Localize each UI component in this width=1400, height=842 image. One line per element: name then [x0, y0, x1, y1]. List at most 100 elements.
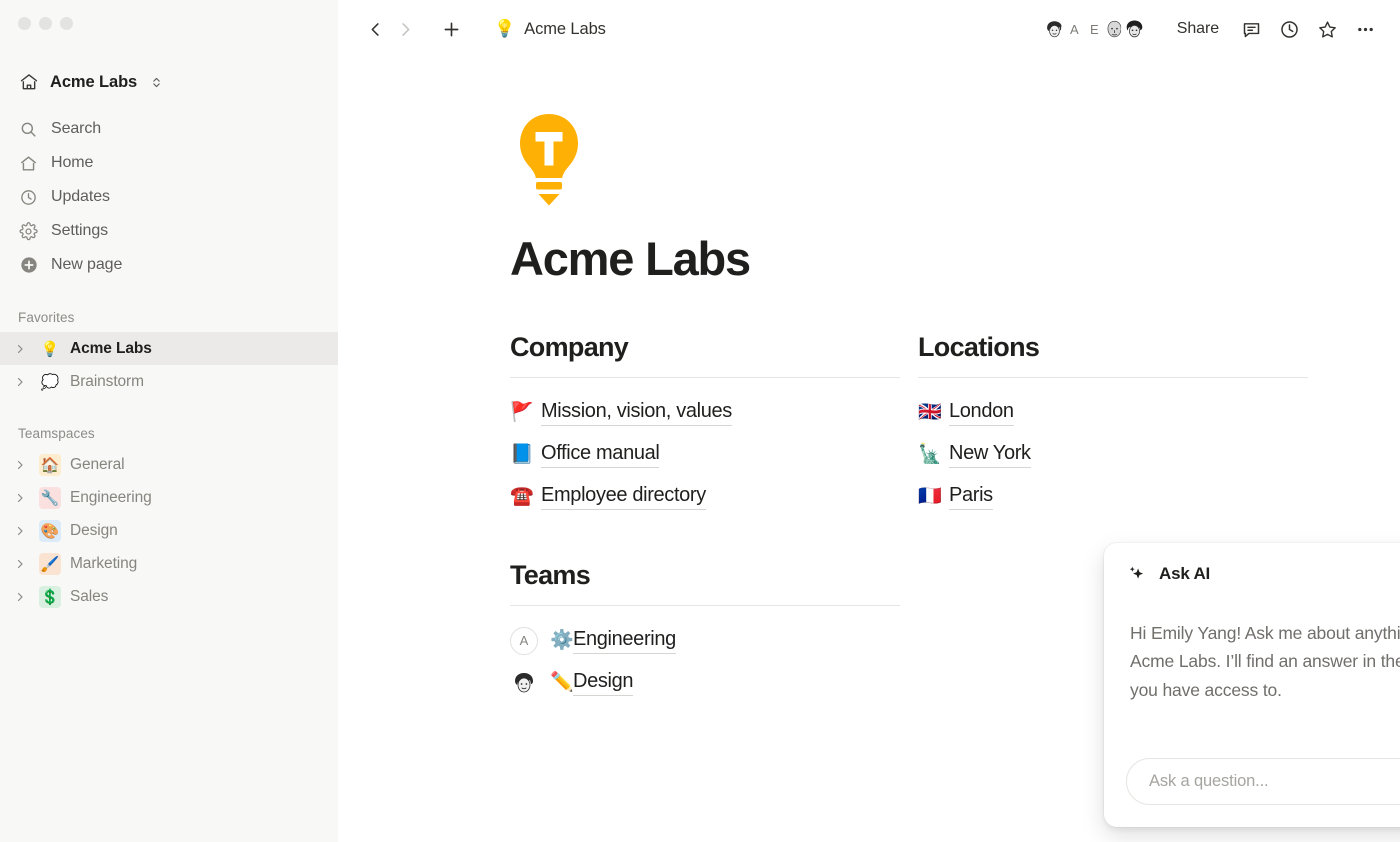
divider — [510, 604, 900, 606]
sidebar-item-search[interactable]: Search — [10, 112, 328, 146]
star-icon[interactable] — [1310, 12, 1344, 46]
forward-button[interactable] — [390, 14, 420, 44]
thought-balloon-icon: 💭 — [40, 372, 60, 391]
maximize-window-button[interactable] — [60, 17, 73, 30]
app-window: Acme Labs Search Home Updates Settings N… — [0, 0, 1400, 842]
page-link-label: London — [949, 400, 1014, 426]
sidebar-item-label: Search — [51, 120, 102, 137]
wrench-icon: 🔧 — [39, 486, 61, 509]
chevron-right-icon[interactable] — [10, 525, 30, 537]
ask-ai-header: Ask AI — [1104, 543, 1400, 605]
page-link-employee-directory[interactable]: ☎️ Employee directory — [510, 476, 900, 518]
chevron-right-icon[interactable] — [10, 343, 30, 355]
workspace-switcher[interactable]: Acme Labs — [10, 65, 328, 99]
ask-ai-input-wrapper[interactable] — [1126, 758, 1400, 805]
sidebar-teamspace-sales[interactable]: 💲 Sales — [0, 580, 338, 613]
main-content: 💡 Acme Labs A E Share Acme Labs Company … — [338, 0, 1400, 842]
sidebar-teamspace-marketing[interactable]: 🖌️ Marketing — [0, 547, 338, 580]
page-link-office-manual[interactable]: 📘 Office manual — [510, 434, 900, 476]
chevron-right-icon[interactable] — [10, 376, 30, 388]
top-toolbar: 💡 Acme Labs A E Share — [338, 0, 1400, 58]
palette-icon: 🎨 — [39, 519, 61, 542]
page-link-label: Employee directory — [541, 484, 706, 510]
chevron-right-icon[interactable] — [10, 558, 30, 570]
sidebar-item-label: Design — [70, 521, 118, 539]
sidebar-item-new-page[interactable]: New page — [10, 248, 328, 282]
sidebar-item-label: General — [70, 455, 125, 473]
more-icon[interactable] — [1348, 12, 1382, 46]
sidebar-item-label: New page — [51, 256, 123, 273]
page-link-label: Mission, vision, values — [541, 400, 732, 426]
gear-icon — [18, 221, 39, 242]
sidebar-item-label: Brainstorm — [70, 372, 144, 390]
page-link-new-york[interactable]: 🗽 New York — [918, 434, 1308, 476]
flag-icon: 🚩 — [510, 401, 534, 424]
teamspaces-section-title: Teamspaces — [18, 426, 95, 441]
team-link-label: Engineering — [573, 628, 676, 654]
new-page-button[interactable] — [436, 14, 466, 44]
sidebar-teamspace-engineering[interactable]: 🔧 Engineering — [0, 481, 338, 514]
paintbrush-icon: 🖌️ — [39, 552, 61, 575]
page-title: Acme Labs — [510, 232, 751, 285]
ask-ai-panel: Ask AI Hi Emily Yang! Ask me about anyth… — [1104, 543, 1400, 827]
sidebar-nav: Search Home Updates Settings New page — [0, 112, 338, 282]
sidebar-item-label: Acme Labs — [70, 339, 152, 357]
sidebar-teamspace-design[interactable]: 🎨 Design — [0, 514, 338, 547]
window-traffic-lights — [0, 0, 338, 30]
house-icon — [18, 72, 39, 93]
ask-ai-input[interactable] — [1149, 772, 1400, 791]
toolbar-actions: A E Share — [1040, 12, 1382, 46]
chevron-right-icon[interactable] — [10, 591, 30, 603]
team-row-engineering[interactable]: A ⚙️ Engineering — [510, 620, 900, 662]
column-heading: Locations — [918, 331, 1040, 362]
column-heading: Company — [510, 331, 629, 362]
share-button[interactable]: Share — [1166, 15, 1230, 43]
breadcrumb-label: Acme Labs — [524, 19, 606, 38]
sidebar-item-label: Engineering — [70, 488, 152, 506]
lightbulb-icon: 💡 — [40, 339, 60, 358]
page-link-paris[interactable]: 🇫🇷 Paris — [918, 476, 1308, 518]
avatar-group: A E — [1040, 15, 1148, 43]
chevron-right-icon[interactable] — [10, 459, 30, 471]
sidebar-item-label: Marketing — [70, 554, 138, 572]
plus-circle-icon — [18, 255, 39, 276]
ask-ai-body: Hi Emily Yang! Ask me about anything in … — [1104, 605, 1400, 758]
page-icon-lightbulb[interactable] — [510, 112, 588, 207]
column-company: Company 🚩 Mission, vision, values 📘 Offi… — [510, 332, 900, 704]
sidebar-item-label: Settings — [51, 222, 109, 239]
uk-flag-icon: 🇬🇧 — [918, 401, 942, 424]
back-button[interactable] — [360, 14, 390, 44]
avatar[interactable] — [510, 668, 538, 697]
history-icon[interactable] — [1272, 12, 1306, 46]
page-link-london[interactable]: 🇬🇧 London — [918, 392, 1308, 434]
teams-heading: Teams — [510, 559, 591, 590]
breadcrumb[interactable]: 💡 Acme Labs — [488, 16, 612, 43]
workspace-name: Acme Labs — [50, 72, 138, 91]
team-link-label: Design — [573, 670, 634, 696]
sidebar-item-label: Sales — [70, 587, 109, 605]
sidebar-item-home[interactable]: Home — [10, 146, 328, 180]
comment-icon[interactable] — [1234, 12, 1268, 46]
page-link-mission-vision-values[interactable]: 🚩 Mission, vision, values — [510, 392, 900, 434]
team-row-design[interactable]: ✏️ Design — [510, 662, 900, 704]
avatar[interactable] — [1120, 15, 1148, 43]
home-icon — [18, 153, 39, 174]
avatar-initial[interactable]: A — [510, 626, 538, 655]
divider — [918, 376, 1308, 378]
statue-of-liberty-icon: 🗽 — [918, 443, 942, 466]
sidebar-item-label: Updates — [51, 188, 110, 205]
sidebar-item-label: Home — [51, 154, 94, 171]
pencil-icon: ✏️ — [550, 671, 574, 694]
minimize-window-button[interactable] — [39, 17, 52, 30]
chevron-right-icon[interactable] — [10, 492, 30, 504]
telephone-icon: ☎️ — [510, 485, 534, 508]
sidebar-favorite-acme-labs[interactable]: 💡 Acme Labs — [0, 332, 338, 365]
money-icon: 💲 — [39, 585, 61, 608]
sidebar-teamspace-general[interactable]: 🏠 General — [0, 448, 338, 481]
close-window-button[interactable] — [18, 17, 31, 30]
sidebar-item-updates[interactable]: Updates — [10, 180, 328, 214]
sidebar-item-settings[interactable]: Settings — [10, 214, 328, 248]
clock-icon — [18, 187, 39, 208]
sidebar-favorite-brainstorm[interactable]: 💭 Brainstorm — [0, 365, 338, 398]
page-link-label: New York — [949, 442, 1031, 468]
